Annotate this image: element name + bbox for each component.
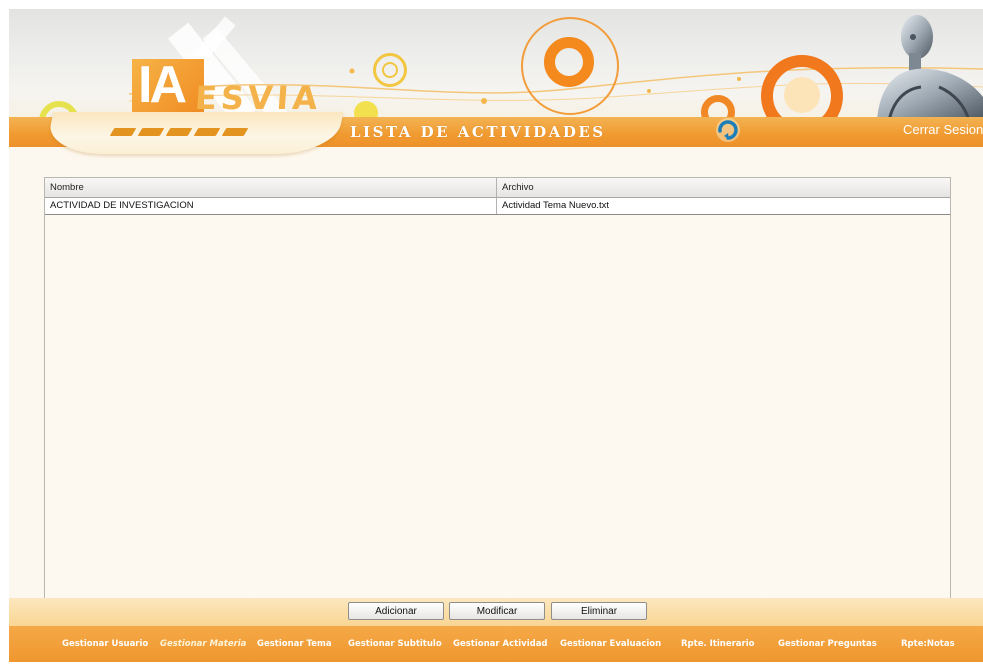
cell-nombre: ACTIVIDAD DE INVESTIGACION — [45, 198, 497, 214]
tab-dash-decoration — [109, 128, 249, 136]
nav-gestionar-materia[interactable]: Gestionar Materia — [160, 639, 246, 649]
column-header-nombre[interactable]: Nombre — [45, 178, 497, 197]
dash-mark — [221, 128, 249, 136]
page-title: LISTA DE ACTIVIDADES — [350, 123, 606, 141]
app-window: IA ESVIA LISTA DE ACTIVIDADES Cerrar Ses… — [9, 9, 983, 662]
banner-ring-decoration — [544, 37, 594, 87]
dash-mark — [165, 128, 193, 136]
banner-circle-decoration — [784, 77, 820, 113]
nav-gestionar-tema[interactable]: Gestionar Tema — [257, 639, 332, 649]
edit-button[interactable]: Modificar — [449, 602, 545, 620]
column-header-archivo[interactable]: Archivo — [497, 178, 950, 197]
robot-illustration — [877, 15, 983, 121]
dash-mark — [137, 128, 165, 136]
header-banner: IA ESVIA — [9, 9, 983, 121]
nav-rpte-notas[interactable]: Rpte:Notas — [901, 639, 955, 649]
banner-ring-decoration — [382, 62, 398, 78]
nav-gestionar-preguntas[interactable]: Gestionar Preguntas — [778, 639, 877, 649]
grid-header: Nombre Archivo — [45, 178, 950, 198]
nav-gestionar-subtitulo[interactable]: Gestionar Subtitulo — [348, 639, 442, 649]
table-row[interactable]: ACTIVIDAD DE INVESTIGACION Actividad Tem… — [45, 198, 950, 215]
cell-archivo: Actividad Tema Nuevo.txt — [502, 200, 610, 211]
logout-link[interactable]: Cerrar Sesion — [903, 122, 983, 137]
nav-gestionar-evaluacion[interactable]: Gestionar Evaluacion — [560, 639, 661, 649]
nav-rpte-itinerario[interactable]: Rpte. Itinerario — [681, 639, 754, 649]
nav-gestionar-actividad[interactable]: Gestionar Actividad — [453, 639, 548, 649]
logo-ia-text: IA — [138, 56, 187, 114]
refresh-icon[interactable] — [715, 117, 741, 143]
dash-mark — [193, 128, 221, 136]
delete-button[interactable]: Eliminar — [551, 602, 647, 620]
add-button[interactable]: Adicionar — [348, 602, 444, 620]
dash-mark — [109, 128, 137, 136]
nav-gestionar-usuario[interactable]: Gestionar Usuario — [62, 639, 148, 649]
activities-grid: Nombre Archivo ACTIVIDAD DE INVESTIGACIO… — [44, 177, 951, 599]
